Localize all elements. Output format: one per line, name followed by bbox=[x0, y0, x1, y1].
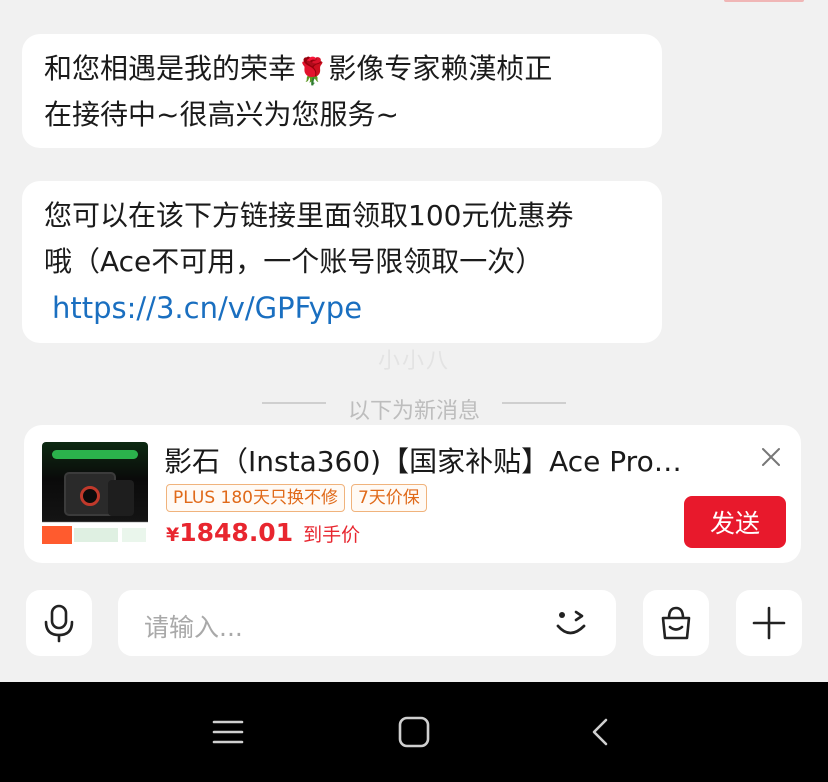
divider-line bbox=[261, 402, 326, 404]
divider-line bbox=[502, 402, 566, 404]
thumbnail-promo-strip bbox=[42, 524, 148, 548]
product-tags: PLUS 180天只换不修 7天价保 bbox=[166, 484, 427, 512]
message-line: 和您相遇是我的荣幸🌹影像专家赖漢桢正 bbox=[44, 46, 640, 92]
price-row: ¥1848.01 到手价 bbox=[166, 518, 360, 547]
plus-tag: PLUS 180天只换不修 bbox=[166, 484, 345, 512]
shopping-bag-icon bbox=[661, 606, 691, 640]
system-nav-bar bbox=[0, 682, 828, 782]
product-card[interactable]: 影石（Insta360)【国家补贴】Ace Pro… PLUS 180天只换不修… bbox=[24, 425, 801, 563]
thumbnail-banner bbox=[52, 450, 138, 459]
message-input[interactable]: 请输入... bbox=[118, 590, 616, 656]
product-title[interactable]: 影石（Insta360)【国家补贴】Ace Pro… bbox=[164, 443, 694, 481]
product-price: ¥1848.01 bbox=[166, 518, 293, 547]
price-protect-tag: 7天价保 bbox=[350, 484, 427, 512]
thumbnail-lens bbox=[80, 486, 100, 506]
close-icon[interactable] bbox=[759, 445, 783, 469]
watermark-text: 小小八 bbox=[377, 349, 450, 374]
divider-text: 以下为新消息 bbox=[347, 399, 480, 420]
voice-button[interactable] bbox=[26, 590, 92, 656]
message-line: 在接待中~很高兴为您服务~ bbox=[44, 98, 399, 131]
price-value: 1848.01 bbox=[179, 518, 294, 547]
thumbnail-promo-block bbox=[42, 526, 72, 544]
price-note: 到手价 bbox=[303, 524, 361, 546]
microphone-icon bbox=[44, 604, 74, 643]
currency-symbol: ¥ bbox=[166, 524, 180, 546]
coupon-link[interactable]: https://3.cn/v/GPFype bbox=[44, 285, 640, 331]
menu-icon[interactable] bbox=[208, 712, 248, 752]
new-messages-divider: 以下为新消息 bbox=[0, 386, 828, 420]
message-text: 影像专家赖漢桢正 bbox=[328, 52, 553, 85]
product-thumbnail[interactable] bbox=[42, 442, 148, 548]
message-bubble-coupon: 您可以在该下方链接里面领取100元优惠券 哦（Ace不可用，一个账号限领取一次）… bbox=[22, 181, 662, 343]
wink-face-icon[interactable] bbox=[552, 604, 592, 644]
send-button[interactable]: 发送 bbox=[684, 496, 786, 548]
plus-icon bbox=[752, 606, 786, 640]
input-bar: 请输入... bbox=[0, 588, 828, 658]
thumbnail-promo-block bbox=[122, 528, 146, 542]
message-line: 哦（Ace不可用，一个账号限领取一次） bbox=[44, 245, 544, 278]
message-text: 和您相遇是我的荣幸 bbox=[44, 52, 297, 85]
message-bubble-welcome: 和您相遇是我的荣幸🌹影像专家赖漢桢正 在接待中~很高兴为您服务~ bbox=[22, 34, 662, 148]
shopping-bag-button[interactable] bbox=[643, 590, 709, 656]
top-status-sliver bbox=[724, 0, 804, 2]
rose-emoji-icon: 🌹 bbox=[296, 57, 329, 87]
home-square-icon[interactable] bbox=[394, 712, 434, 752]
input-placeholder: 请输入... bbox=[144, 613, 243, 642]
thumbnail-promo-block bbox=[74, 528, 118, 542]
more-options-button[interactable] bbox=[736, 590, 802, 656]
message-line: 您可以在该下方链接里面领取100元优惠券 bbox=[44, 199, 574, 232]
thumbnail-camera-back bbox=[108, 480, 134, 516]
back-chevron-icon[interactable] bbox=[582, 712, 622, 752]
